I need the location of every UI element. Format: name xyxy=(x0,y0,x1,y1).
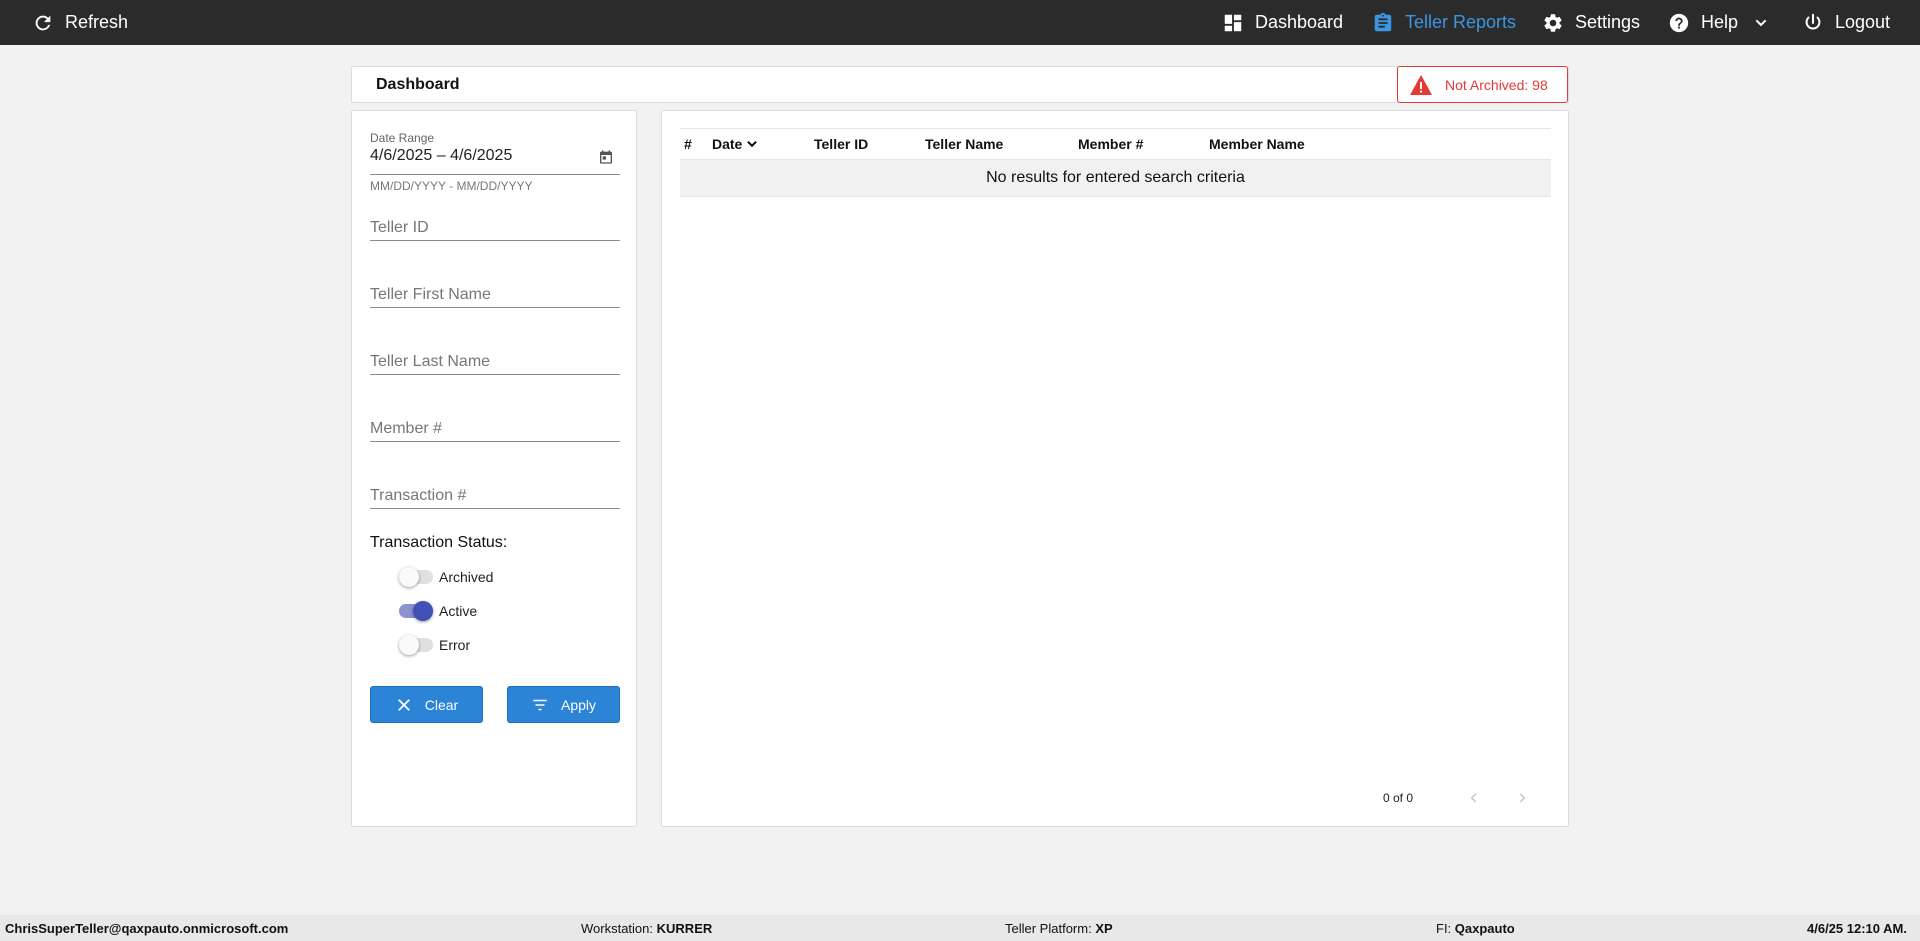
filter-panel: Date Range 4/6/2025 – 4/6/2025 MM/DD/YYY… xyxy=(351,110,637,827)
clipboard-icon xyxy=(1374,12,1392,31)
page-title: Dashboard xyxy=(376,76,460,93)
archived-label: Archived xyxy=(439,569,494,585)
teller-platform-info: Teller Platform: XP xyxy=(1005,921,1113,936)
transaction-number-input[interactable] xyxy=(370,478,620,508)
current-datetime: 4/6/25 12:10 AM. xyxy=(1807,921,1907,936)
member-number-input[interactable] xyxy=(370,411,620,441)
status-error-row: Error xyxy=(399,635,470,655)
table-header: # Date Teller ID Teller Name Member # Me… xyxy=(680,128,1551,160)
sort-descending-icon xyxy=(747,140,758,148)
error-label: Error xyxy=(439,637,471,653)
teller-last-name-field xyxy=(370,344,620,375)
nav-settings-label: Settings xyxy=(1575,12,1641,32)
workstation-info: Workstation: KURRER xyxy=(581,921,713,936)
teller-id-input[interactable] xyxy=(370,210,620,240)
logout-button[interactable]: Logout xyxy=(1802,0,1890,45)
power-icon xyxy=(1805,13,1821,29)
status-bar: ChrisSuperTeller@qaxpauto.onmicrosoft.co… xyxy=(0,915,1920,941)
nav-settings[interactable]: Settings xyxy=(1542,0,1640,45)
warning-icon xyxy=(1410,74,1432,95)
refresh-icon xyxy=(35,15,51,30)
results-panel: # Date Teller ID Teller Name Member # Me… xyxy=(661,110,1569,827)
date-range-field[interactable]: Date Range 4/6/2025 – 4/6/2025 xyxy=(370,131,620,175)
column-header-date[interactable]: Date xyxy=(712,136,759,152)
help-icon xyxy=(1669,13,1689,32)
date-range-label: Date Range xyxy=(370,131,435,145)
date-range-value[interactable]: 4/6/2025 – 4/6/2025 xyxy=(370,147,512,165)
column-header-teller-id[interactable]: Teller ID xyxy=(814,136,868,152)
nav-dashboard[interactable]: Dashboard xyxy=(1222,0,1343,45)
nav-dashboard-label: Dashboard xyxy=(1255,12,1344,32)
fi-info: FI: Qaxpauto xyxy=(1436,921,1515,936)
transaction-number-field xyxy=(370,478,620,509)
chevron-down-icon xyxy=(1755,19,1767,26)
refresh-button[interactable]: Refresh xyxy=(32,0,128,45)
gear-icon xyxy=(1544,13,1562,32)
pager-range: 0 of 0 xyxy=(1383,791,1414,805)
column-header-teller-name[interactable]: Teller Name xyxy=(925,136,1003,152)
date-range-hint: MM/DD/YYYY - MM/DD/YYYY xyxy=(370,179,533,193)
nav-help-label: Help xyxy=(1701,12,1739,32)
column-header-member-name[interactable]: Member Name xyxy=(1209,136,1305,152)
page-header: Dashboard Not Archived: 98 xyxy=(351,66,1569,103)
close-icon xyxy=(397,698,410,711)
dashboard-icon xyxy=(1224,14,1242,31)
chevron-right-icon xyxy=(1519,793,1526,803)
archived-toggle[interactable] xyxy=(399,567,433,587)
apply-label: Apply xyxy=(560,696,597,713)
apply-button[interactable]: Apply xyxy=(507,686,620,723)
clear-label: Clear xyxy=(424,696,459,713)
chevron-left-icon xyxy=(1470,793,1477,803)
previous-page-button[interactable] xyxy=(1463,787,1485,809)
nav-teller-reports-label: Teller Reports xyxy=(1405,12,1517,32)
column-header-member-number[interactable]: Member # xyxy=(1078,136,1143,152)
active-label: Active xyxy=(439,603,478,619)
next-page-button[interactable] xyxy=(1511,787,1533,809)
teller-last-name-input[interactable] xyxy=(370,344,620,374)
top-nav-bar: Refresh Dashboard Teller Reports Setting… xyxy=(0,0,1920,45)
logout-label: Logout xyxy=(1835,12,1891,32)
status-archived-row: Archived xyxy=(399,567,493,587)
column-header-number[interactable]: # xyxy=(684,136,692,152)
error-toggle[interactable] xyxy=(399,635,433,655)
status-active-row: Active xyxy=(399,601,477,621)
teller-first-name-field xyxy=(370,277,620,308)
not-archived-alert[interactable]: Not Archived: 98 xyxy=(1397,66,1568,103)
active-toggle[interactable] xyxy=(399,601,433,621)
nav-help-menu[interactable]: Help xyxy=(1668,0,1769,45)
member-number-field xyxy=(370,411,620,442)
nav-teller-reports[interactable]: Teller Reports xyxy=(1372,0,1516,45)
empty-results-row: No results for entered search criteria xyxy=(680,160,1551,197)
teller-first-name-input[interactable] xyxy=(370,277,620,307)
clear-button[interactable]: Clear xyxy=(370,686,483,723)
teller-id-field xyxy=(370,210,620,241)
calendar-icon[interactable] xyxy=(598,149,614,165)
not-archived-count: Not Archived: 98 xyxy=(1445,76,1548,93)
user-email: ChrisSuperTeller@qaxpauto.onmicrosoft.co… xyxy=(5,921,289,936)
refresh-label: Refresh xyxy=(65,12,129,32)
transaction-status-label: Transaction Status: xyxy=(370,534,508,551)
filter-icon xyxy=(533,699,547,710)
